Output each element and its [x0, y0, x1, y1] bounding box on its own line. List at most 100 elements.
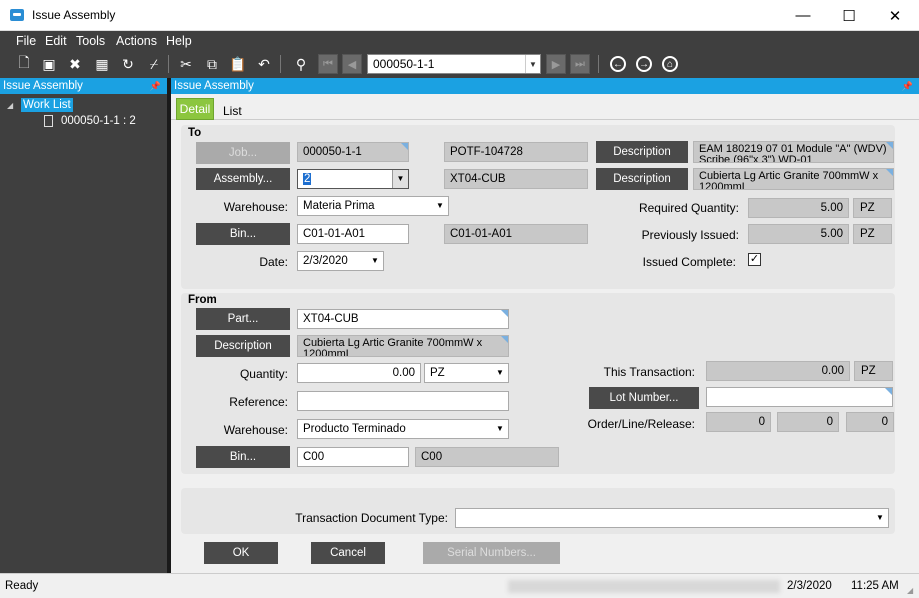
- reference-field[interactable]: [297, 391, 509, 411]
- main-panel-title: Issue Assembly: [174, 80, 254, 92]
- window-title: Issue Assembly: [32, 8, 116, 22]
- chevron-down-icon[interactable]: ▼: [367, 252, 383, 270]
- maximize-button[interactable]: ☐: [826, 0, 872, 31]
- from-bin-field[interactable]: C00: [297, 447, 409, 467]
- job-description: EAM 180219 07 01 Module "A" (WDV) Scribe…: [693, 141, 894, 163]
- release-field: 0: [846, 412, 894, 432]
- chevron-down-icon[interactable]: ▼: [432, 197, 448, 215]
- last-record-icon[interactable]: ⏭: [570, 54, 590, 74]
- menu-bar: File Edit Tools Actions Help: [0, 31, 919, 51]
- chevron-down-icon[interactable]: ▼: [872, 509, 888, 527]
- date-picker[interactable]: 2/3/2020 ▼: [297, 251, 384, 271]
- tab-detail[interactable]: Detail: [176, 98, 214, 120]
- minimize-button[interactable]: —: [780, 0, 826, 31]
- assembly-description: Cubierta Lg Artic Granite 700mmW x 1200m…: [693, 168, 894, 190]
- part-field[interactable]: XT04-CUB: [297, 309, 509, 329]
- to-warehouse-label: Warehouse:: [223, 200, 288, 214]
- job-field[interactable]: 000050-1-1: [297, 142, 409, 162]
- from-group-label: From: [188, 294, 217, 306]
- date-label: Date:: [259, 255, 288, 269]
- cancel-button[interactable]: Cancel: [311, 542, 385, 564]
- this-transaction-uom: PZ: [854, 361, 893, 381]
- main-panel-header: Issue Assembly 📌: [171, 78, 919, 94]
- to-bin-field[interactable]: C01-01-A01: [297, 224, 409, 244]
- menu-actions[interactable]: Actions: [116, 34, 157, 48]
- lot-number-button[interactable]: Lot Number...: [589, 387, 699, 409]
- menu-tools[interactable]: Tools: [76, 34, 105, 48]
- from-bin-button[interactable]: Bin...: [196, 446, 290, 468]
- undo-icon[interactable]: ↶: [254, 54, 274, 74]
- part-button[interactable]: Part...: [196, 308, 290, 330]
- required-quantity: 5.00: [748, 198, 849, 218]
- chevron-down-icon[interactable]: ▼: [492, 364, 508, 382]
- from-warehouse-label: Warehouse:: [223, 423, 288, 437]
- clear-icon[interactable]: ▦: [92, 54, 112, 74]
- pin-icon[interactable]: 📌: [902, 78, 913, 94]
- tab-list[interactable]: List: [223, 104, 242, 118]
- job-description-button[interactable]: Description: [596, 141, 688, 163]
- document-icon: [44, 115, 53, 127]
- previous-record-icon[interactable]: ◀: [342, 54, 362, 74]
- menu-edit[interactable]: Edit: [45, 34, 67, 48]
- resize-grip-icon[interactable]: ◢: [907, 586, 913, 595]
- assembly-field[interactable]: 2 ▼: [297, 169, 409, 189]
- app-icon: [10, 9, 24, 21]
- lot-number-field[interactable]: [706, 387, 893, 407]
- transaction-document-type-select[interactable]: ▼: [455, 508, 889, 528]
- ok-button[interactable]: OK: [204, 542, 278, 564]
- tree-item-record[interactable]: 000050-1-1 : 2: [61, 115, 136, 127]
- toolbar-separator: [280, 55, 281, 73]
- quantity-field[interactable]: 0.00: [297, 363, 421, 383]
- to-bin-button[interactable]: Bin...: [196, 223, 290, 245]
- date-value: 2/3/2020: [303, 255, 348, 267]
- left-panel-header: Issue Assembly 📌: [0, 78, 167, 94]
- chevron-down-icon[interactable]: ▼: [525, 55, 540, 73]
- menu-help[interactable]: Help: [166, 34, 192, 48]
- tree-expand-icon[interactable]: ◢: [7, 101, 13, 110]
- paste-icon[interactable]: 📋: [228, 54, 248, 74]
- cut-icon[interactable]: ✂: [176, 54, 196, 74]
- to-warehouse-select[interactable]: Materia Prima ▼: [297, 196, 449, 216]
- quantity-label: Quantity:: [239, 367, 288, 381]
- record-selector[interactable]: 000050-1-1 ▼: [367, 54, 541, 74]
- job-reference: POTF-104728: [444, 142, 588, 162]
- chevron-down-icon[interactable]: ▼: [392, 170, 408, 188]
- assembly-description-button[interactable]: Description: [596, 168, 688, 190]
- forward-icon[interactable]: →: [636, 56, 652, 72]
- back-icon[interactable]: ←: [610, 56, 626, 72]
- issued-complete-label: Issued Complete:: [642, 255, 736, 269]
- copy-icon[interactable]: ⧉: [202, 54, 222, 74]
- required-quantity-label: Required Quantity:: [638, 201, 739, 215]
- close-button[interactable]: ✕: [872, 0, 918, 31]
- refresh-icon[interactable]: ↻: [118, 54, 138, 74]
- toolbar-separator: [598, 55, 599, 73]
- quantity-uom-select[interactable]: PZ ▼: [424, 363, 509, 383]
- job-button[interactable]: Job...: [196, 142, 290, 164]
- title-bar: Issue Assembly — ☐ ✕: [0, 0, 919, 31]
- delete-icon[interactable]: ✖: [65, 54, 85, 74]
- part-description-button[interactable]: Description: [196, 335, 290, 357]
- from-warehouse-select[interactable]: Producto Terminado ▼: [297, 419, 509, 439]
- chevron-down-icon[interactable]: ▼: [492, 420, 508, 438]
- broom-icon[interactable]: ⌿: [144, 54, 164, 74]
- first-record-icon[interactable]: ⏮: [318, 54, 338, 74]
- menu-file[interactable]: File: [16, 34, 36, 48]
- new-icon[interactable]: 🗋: [14, 54, 34, 74]
- from-warehouse-value: Producto Terminado: [303, 423, 406, 435]
- tab-strip: [171, 94, 919, 120]
- tree-root-work-list[interactable]: Work List: [21, 98, 73, 112]
- toolbar-separator: [168, 55, 169, 73]
- save-icon[interactable]: ▣: [39, 54, 59, 74]
- serial-numbers-button[interactable]: Serial Numbers...: [423, 542, 560, 564]
- next-record-icon[interactable]: ▶: [546, 54, 566, 74]
- home-icon[interactable]: ⌂: [662, 56, 678, 72]
- binoculars-icon[interactable]: ⚲: [291, 54, 311, 74]
- previously-issued-uom: PZ: [853, 224, 892, 244]
- order-line-release-label: Order/Line/Release:: [587, 417, 695, 431]
- pin-icon[interactable]: 📌: [150, 78, 161, 94]
- assembly-part: XT04-CUB: [444, 169, 588, 189]
- line-field: 0: [777, 412, 839, 432]
- issued-complete-checkbox[interactable]: ✓: [748, 253, 761, 266]
- left-panel: Issue Assembly 📌 ◢ Work List 000050-1-1 …: [0, 78, 167, 573]
- assembly-button[interactable]: Assembly...: [196, 168, 290, 190]
